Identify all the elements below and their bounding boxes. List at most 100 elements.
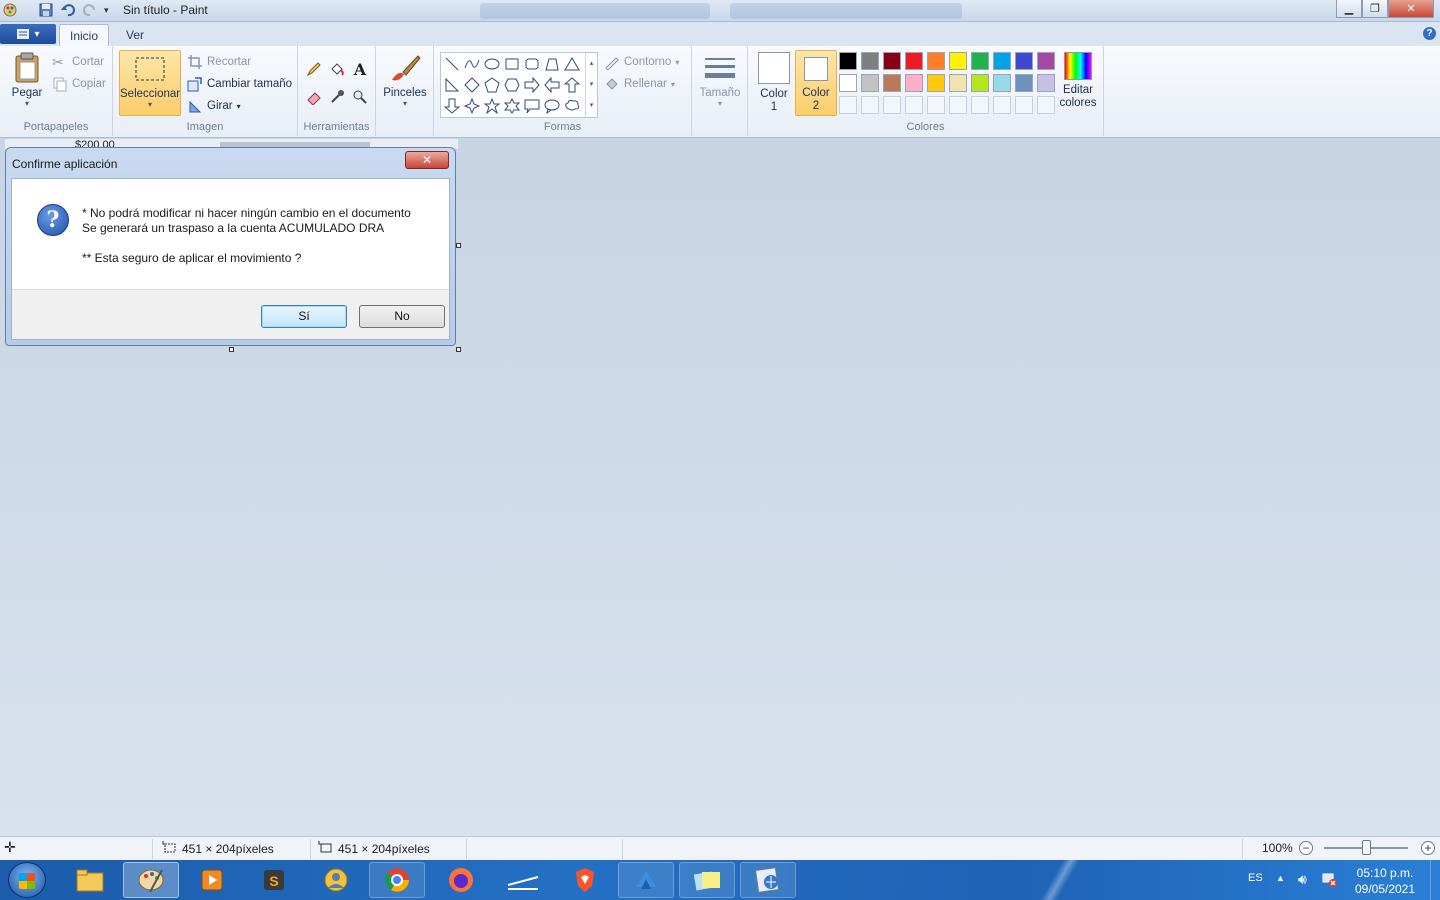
fill-bucket-icon[interactable] [326, 58, 348, 80]
palette-empty-swatch[interactable] [1015, 96, 1033, 114]
taskbar-firefox[interactable] [433, 862, 489, 898]
customize-qat-icon[interactable]: ▾ [104, 2, 114, 18]
zoom-in-button[interactable]: + [1421, 841, 1435, 855]
taskbar-network-app[interactable] [740, 862, 796, 898]
line-shape-icon[interactable] [442, 54, 462, 74]
rotate-button[interactable]: Girar ▾ [187, 98, 241, 114]
palette-color-swatch[interactable] [905, 52, 923, 70]
palette-empty-swatch[interactable] [883, 96, 901, 114]
rounded-rectangle-shape-icon[interactable] [522, 54, 542, 74]
palette-color-swatch[interactable] [883, 52, 901, 70]
up-arrow-shape-icon[interactable] [562, 75, 582, 95]
palette-color-swatch[interactable] [1037, 52, 1055, 70]
palette-color-swatch[interactable] [971, 52, 989, 70]
edit-colors-button[interactable]: Editar colores [1056, 52, 1100, 110]
palette-color-swatch[interactable] [927, 74, 945, 92]
taskbar-brave[interactable] [557, 862, 613, 898]
no-button[interactable]: No [359, 305, 445, 328]
palette-color-swatch[interactable] [1037, 74, 1055, 92]
palette-empty-swatch[interactable] [839, 96, 857, 114]
diamond-shape-icon[interactable] [462, 75, 482, 95]
volume-icon[interactable]: 🔊︎ [1298, 871, 1307, 888]
minimize-button[interactable]: ▁ [1336, 0, 1362, 18]
rounded-callout-shape-icon[interactable] [522, 96, 542, 116]
crop-button[interactable]: Recortar [187, 54, 251, 70]
palette-color-swatch[interactable] [861, 52, 879, 70]
palette-color-swatch[interactable] [883, 74, 901, 92]
yes-button[interactable]: Sí [261, 305, 347, 328]
palette-color-swatch[interactable] [971, 74, 989, 92]
four-point-star-shape-icon[interactable] [462, 96, 482, 116]
clock[interactable]: 05:10 p.m. 09/05/2021 [1350, 865, 1420, 897]
paint-menu-button[interactable]: ▾ [0, 24, 56, 44]
taskbar-notes[interactable] [679, 862, 735, 898]
palette-color-swatch[interactable] [927, 52, 945, 70]
taskbar-explorer[interactable] [62, 862, 118, 898]
palette-empty-swatch[interactable] [927, 96, 945, 114]
copy-button[interactable]: Copiar [52, 76, 106, 92]
taskbar-app-yellow[interactable] [308, 862, 364, 898]
cloud-callout-shape-icon[interactable] [562, 96, 582, 116]
language-indicator[interactable]: ES [1248, 872, 1263, 884]
down-arrow-shape-icon[interactable] [442, 96, 462, 116]
resize-handle-bottom[interactable] [229, 347, 234, 352]
taskbar-app-blue[interactable] [618, 862, 674, 898]
redo-icon[interactable] [82, 2, 98, 18]
cut-button[interactable]: ✂ Cortar [52, 54, 104, 70]
zoom-out-button[interactable]: − [1299, 841, 1313, 855]
pencil-icon[interactable] [303, 58, 325, 80]
palette-empty-swatch[interactable] [1037, 96, 1055, 114]
taskbar-paint[interactable] [123, 862, 179, 898]
eraser-icon[interactable] [303, 86, 325, 108]
color-picker-icon[interactable] [326, 86, 348, 108]
palette-color-swatch[interactable] [949, 74, 967, 92]
right-arrow-shape-icon[interactable] [522, 75, 542, 95]
dialog-close-button[interactable]: ✕ [405, 151, 449, 169]
left-arrow-shape-icon[interactable] [542, 75, 562, 95]
color1-button[interactable]: Color 1 [754, 50, 794, 114]
color2-button[interactable]: Color 2 [795, 50, 837, 116]
taskbar-sublime[interactable]: S [246, 862, 302, 898]
palette-empty-swatch[interactable] [905, 96, 923, 114]
brushes-button[interactable]: Pinceles ▾ [382, 52, 428, 108]
show-hidden-icons[interactable]: ▲ [1276, 873, 1285, 883]
tab-inicio[interactable]: Inicio [59, 24, 110, 46]
paint-app-icon[interactable] [2, 2, 18, 18]
hexagon-shape-icon[interactable] [502, 75, 522, 95]
oval-callout-shape-icon[interactable] [542, 96, 562, 116]
palette-color-swatch[interactable] [993, 52, 1011, 70]
fill-button[interactable]: Rellenar ▾ [604, 76, 675, 92]
close-button[interactable]: ✕ [1388, 0, 1434, 18]
five-point-star-shape-icon[interactable] [482, 96, 502, 116]
triangle-shape-icon[interactable] [562, 54, 582, 74]
undo-icon[interactable] [60, 2, 76, 18]
shapes-scroll[interactable]: ▴ ▾ ▾ [585, 53, 597, 117]
save-icon[interactable] [38, 2, 54, 18]
maximize-button[interactable]: ❐ [1362, 0, 1388, 18]
palette-empty-swatch[interactable] [971, 96, 989, 114]
palette-empty-swatch[interactable] [949, 96, 967, 114]
curve-shape-icon[interactable] [462, 54, 482, 74]
start-button[interactable] [8, 862, 46, 898]
palette-color-swatch[interactable] [839, 52, 857, 70]
size-button[interactable]: Tamaño ▾ [696, 54, 744, 108]
palette-color-swatch[interactable] [1015, 52, 1033, 70]
palette-color-swatch[interactable] [949, 52, 967, 70]
right-triangle-shape-icon[interactable] [442, 75, 462, 95]
rectangle-shape-icon[interactable] [502, 54, 522, 74]
palette-color-swatch[interactable] [1015, 74, 1033, 92]
show-desktop-button[interactable] [1430, 860, 1440, 900]
palette-color-swatch[interactable] [993, 74, 1011, 92]
select-button[interactable]: Seleccionar ▾ [119, 50, 181, 116]
palette-empty-swatch[interactable] [861, 96, 879, 114]
palette-empty-swatch[interactable] [993, 96, 1011, 114]
help-icon[interactable]: ? [1423, 27, 1436, 40]
network-error-icon[interactable] [1322, 871, 1338, 890]
six-point-star-shape-icon[interactable] [502, 96, 522, 116]
outline-button[interactable]: Contorno ▾ [604, 54, 679, 71]
polygon-shape-icon[interactable] [542, 54, 562, 74]
palette-color-swatch[interactable] [839, 74, 857, 92]
resize-button[interactable]: Cambiar tamaño [187, 76, 292, 92]
oval-shape-icon[interactable] [482, 54, 502, 74]
paste-button[interactable]: Pegar ▾ [6, 52, 48, 108]
